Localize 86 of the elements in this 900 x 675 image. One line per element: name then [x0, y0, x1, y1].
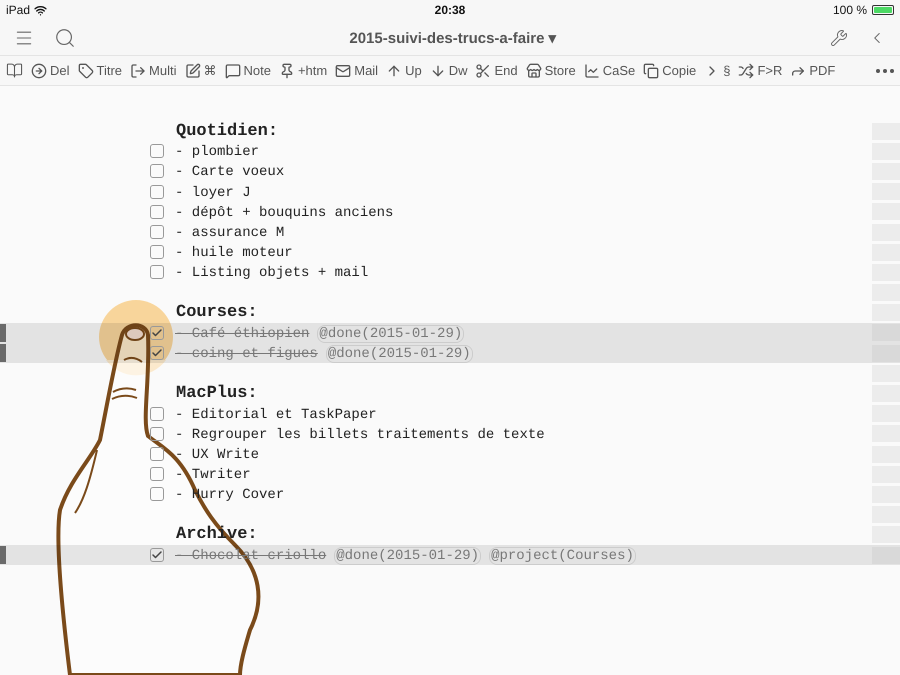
toolbar-button[interactable]: Store	[526, 62, 576, 78]
task-text: - Listing objets + mail	[175, 265, 368, 282]
line-chart-icon	[584, 62, 600, 78]
project-title: MacPlus:	[175, 384, 258, 404]
project-title: Quotidien:	[175, 122, 278, 141]
toolbar-button[interactable]: Multi	[130, 62, 176, 78]
document-title[interactable]: 2015-suivi-des-trucs-a-faire ▾	[96, 28, 810, 46]
task-checkbox[interactable]	[150, 184, 164, 199]
line-gutter	[872, 546, 900, 564]
task-checkbox[interactable]	[150, 467, 164, 482]
task-checkbox[interactable]	[150, 426, 164, 441]
shuffle-icon	[738, 62, 754, 78]
task-checkbox[interactable]	[150, 406, 164, 421]
exit-icon	[130, 62, 146, 78]
toolbar-button[interactable]: Dw	[430, 62, 468, 78]
edit-icon	[184, 62, 200, 78]
envelope-icon	[335, 62, 352, 78]
wifi-icon	[34, 4, 48, 16]
task-checkbox[interactable]	[150, 204, 164, 219]
copy-icon	[643, 62, 660, 78]
task-text: - dépôt + bouquins anciens	[175, 204, 394, 221]
settings-button[interactable]	[830, 28, 848, 46]
toolbar-button[interactable]: +htm	[278, 62, 328, 78]
toolbar-button[interactable]: §	[704, 62, 730, 78]
task-checkbox[interactable]	[150, 447, 164, 462]
line-gutter	[872, 344, 900, 362]
task-checkbox[interactable]	[150, 265, 164, 280]
task-text: - Café éthiopien	[175, 326, 310, 342]
tag: @done(2015-01-29)	[317, 324, 464, 343]
selection-marker	[0, 324, 6, 342]
task-text: - Editorial et TaskPaper	[175, 406, 377, 423]
book-button[interactable]	[6, 62, 23, 79]
task-text: - UX Write	[175, 447, 260, 464]
line-gutter	[872, 324, 900, 342]
toolbar-button[interactable]: Note	[224, 62, 271, 78]
check-icon	[151, 326, 163, 339]
task-text: - huile moteur	[175, 245, 293, 262]
book-icon	[6, 62, 23, 79]
task-checkbox[interactable]	[150, 144, 164, 158]
wrench-icon	[830, 28, 848, 46]
task-text: - Twriter	[175, 467, 251, 484]
task-checkbox[interactable]	[150, 164, 164, 178]
task-checkbox[interactable]	[150, 346, 164, 360]
task-checkbox[interactable]	[150, 487, 164, 502]
pin-icon	[278, 62, 295, 78]
tag: @done(2015-01-29)	[334, 547, 482, 566]
clock: 20:38	[434, 3, 466, 17]
tag: @project(Courses)	[489, 547, 636, 566]
more-button[interactable]	[876, 68, 894, 72]
scissors-icon	[475, 62, 492, 78]
toolbar-button[interactable]: Mail	[335, 62, 378, 78]
toolbar-button[interactable]: F>R	[738, 62, 782, 78]
selected-row[interactable]: - Café éthiopien @done(2015-01-29)	[0, 322, 900, 344]
search-button[interactable]	[54, 26, 76, 48]
selection-marker	[0, 546, 6, 564]
selection-marker	[0, 344, 6, 362]
search-icon	[54, 26, 76, 48]
toolbar-button[interactable]: Del	[31, 62, 70, 78]
toolbar-button[interactable]: Copie	[643, 62, 696, 78]
more-icon	[876, 68, 894, 72]
speech-bubble-icon	[224, 62, 240, 78]
toolbar-button[interactable]: Up	[386, 62, 422, 78]
project-title: Courses:	[175, 303, 258, 322]
selected-row[interactable]: - coing et figues @done(2015-01-29)	[0, 343, 900, 364]
tag-icon	[78, 62, 94, 78]
store-icon	[526, 62, 542, 78]
task-text: - coing et figues	[175, 346, 318, 362]
toolbar-button[interactable]: End	[475, 62, 518, 78]
task-checkbox[interactable]	[150, 548, 164, 562]
task-checkbox[interactable]	[150, 225, 164, 240]
device-name: iPad	[6, 3, 30, 17]
task-text: - Carte voeux	[175, 164, 284, 180]
toolbar-button[interactable]: PDF	[790, 62, 836, 78]
task-text: - plombier	[175, 144, 260, 160]
toolbar-button[interactable]: ⌘	[184, 62, 216, 78]
task-text: - assurance M	[175, 225, 284, 242]
task-checkbox[interactable]	[150, 245, 164, 260]
toolbar-button[interactable]: CaSe	[584, 62, 636, 78]
task-text: - Regrouper les billets traitements de texte	[175, 426, 545, 443]
arrow-circle-icon	[31, 62, 47, 78]
battery-percent: 100 %	[832, 3, 867, 17]
tag: @done(2015-01-29)	[326, 345, 473, 364]
task-text: - loyer J	[175, 184, 251, 201]
battery-icon	[872, 5, 894, 15]
toolbar-button[interactable]: Titre	[78, 62, 122, 78]
task-checkbox[interactable]	[150, 326, 164, 340]
